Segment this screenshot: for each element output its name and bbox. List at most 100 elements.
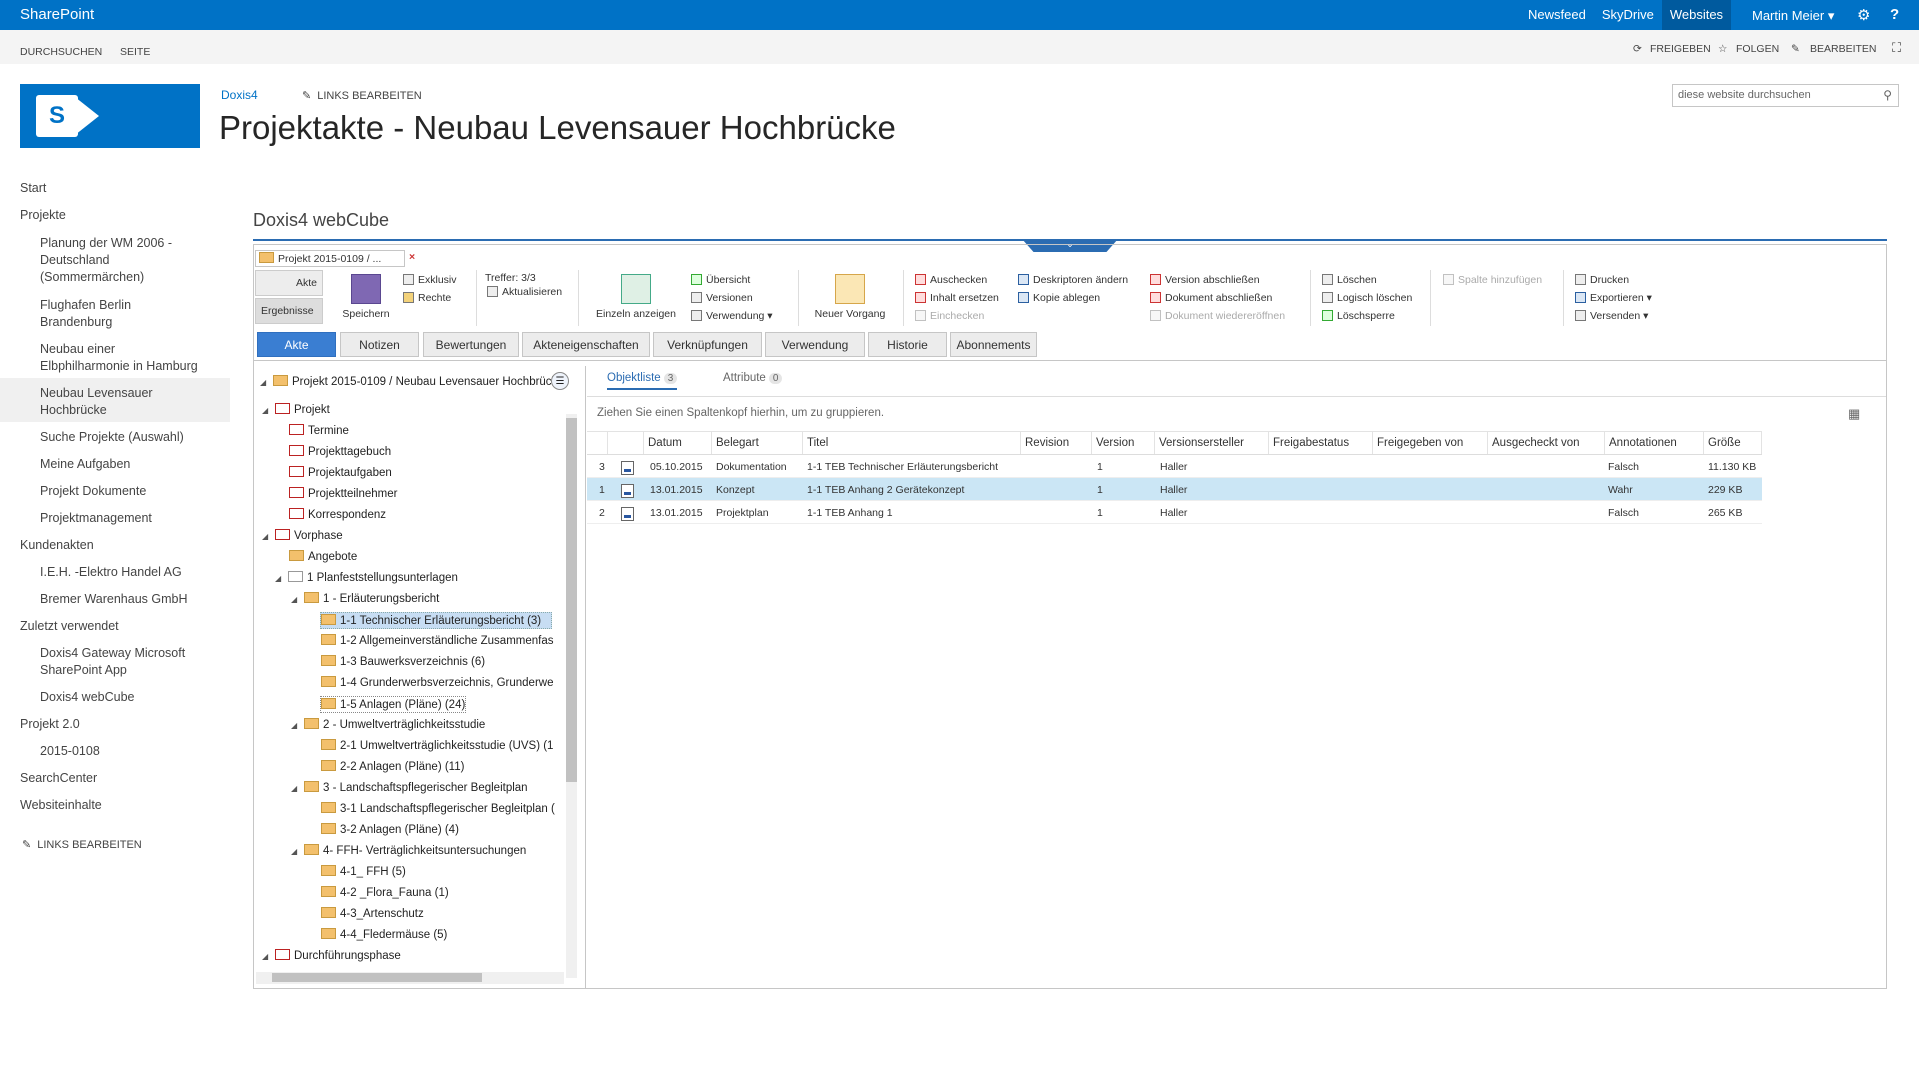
edit-button[interactable]: BEARBEITEN bbox=[1810, 43, 1877, 55]
ergebnisse-button[interactable]: Ergebnisse bbox=[255, 298, 323, 324]
nav-projekte[interactable]: Projekte bbox=[20, 207, 66, 224]
tab-objektliste[interactable]: Objektliste 3 bbox=[607, 372, 678, 390]
pencil-icon[interactable]: ✎ bbox=[1791, 43, 1800, 55]
tree-item[interactable]: Korrespondenz bbox=[289, 507, 386, 524]
nav-elbphil-2[interactable]: Elbphilharmonie in Hamburg bbox=[40, 358, 198, 375]
nav-ber-1[interactable]: Flughafen Berlin bbox=[40, 297, 131, 314]
tree-item[interactable]: ◢ 1 Planfeststellungsunterlagen bbox=[275, 570, 458, 587]
site-logo[interactable]: S bbox=[20, 84, 200, 148]
newsfeed-link[interactable]: Newsfeed bbox=[1520, 0, 1594, 30]
dokument-wiedereroeffnen-button[interactable]: Dokument wiedereröffnen bbox=[1150, 310, 1285, 322]
nav-bremer[interactable]: Bremer Warenhaus GmbH bbox=[40, 591, 188, 608]
tree-item[interactable]: Projektaufgaben bbox=[289, 465, 392, 482]
tree-item[interactable]: ◢ Vorphase bbox=[262, 528, 343, 545]
exklusiv-button[interactable]: Exklusiv bbox=[403, 274, 457, 286]
versenden-button[interactable]: Versenden ▾ bbox=[1575, 310, 1648, 322]
nav-wm2006-2[interactable]: Deutschland bbox=[40, 252, 110, 269]
col-groesse[interactable]: Größe bbox=[1704, 432, 1762, 454]
nav-projektmanagement[interactable]: Projektmanagement bbox=[40, 510, 152, 527]
nav-ieh[interactable]: I.E.H. -Elektro Handel AG bbox=[40, 564, 182, 581]
col-type[interactable] bbox=[608, 432, 644, 454]
speichern-button[interactable]: Speichern bbox=[340, 274, 392, 320]
nav-levensau-1[interactable]: Neubau Levensauer bbox=[40, 385, 153, 402]
grid-layout-icon[interactable]: ▦ bbox=[1848, 406, 1860, 422]
col-freigegeben-von[interactable]: Freigegeben von bbox=[1373, 432, 1488, 454]
col-annotationen[interactable]: Annotationen bbox=[1605, 432, 1704, 454]
tab-durchsuchen[interactable]: DURCHSUCHEN bbox=[20, 46, 102, 58]
uebersicht-button[interactable]: Übersicht bbox=[691, 274, 750, 286]
tab-abonnements[interactable]: Abonnements bbox=[950, 332, 1037, 357]
tree-item[interactable]: 4-3_Artenschutz bbox=[321, 906, 424, 923]
kopie-ablegen-button[interactable]: Kopie ablegen bbox=[1018, 292, 1100, 304]
tree-item-selected[interactable]: 1-1 Technischer Erläuterungsbericht (3) bbox=[320, 612, 552, 629]
doc-tab[interactable]: Projekt 2015-0109 / ... bbox=[255, 250, 405, 267]
col-revision[interactable]: Revision bbox=[1021, 432, 1092, 454]
close-icon[interactable]: × bbox=[409, 251, 415, 263]
tree-item[interactable]: 2-2 Anlagen (Pläne) (11) bbox=[321, 759, 464, 776]
col-version[interactable]: Version bbox=[1092, 432, 1155, 454]
loeschen-button[interactable]: Löschen bbox=[1322, 274, 1377, 286]
pane-splitter[interactable] bbox=[585, 366, 586, 988]
nav-kundenakten[interactable]: Kundenakten bbox=[20, 537, 94, 554]
tab-akte[interactable]: Akte bbox=[257, 332, 336, 357]
col-ausgecheckt-von[interactable]: Ausgecheckt von bbox=[1488, 432, 1605, 454]
tree-view-icon[interactable]: ☰ bbox=[551, 372, 569, 390]
gear-icon[interactable]: ⚙ bbox=[1857, 6, 1870, 24]
tree-root[interactable]: ◢ Projekt 2015-0109 / Neubau Levensauer H… bbox=[260, 374, 570, 391]
nav-websiteinhalte[interactable]: Websiteinhalte bbox=[20, 797, 102, 814]
tab-akteneigenschaften[interactable]: Akteneigenschaften bbox=[522, 332, 650, 357]
tree-item[interactable]: 1-3 Bauwerksverzeichnis (6) bbox=[321, 654, 485, 671]
nav-webcube[interactable]: Doxis4 webCube bbox=[40, 689, 135, 706]
tree-item[interactable]: Angebote bbox=[289, 549, 357, 566]
nav-suche-projekte[interactable]: Suche Projekte (Auswahl) bbox=[40, 429, 184, 446]
tree-item[interactable]: 3-1 Landschaftspflegerischer Begleitplan… bbox=[321, 801, 566, 818]
tab-attribute[interactable]: Attribute 0 bbox=[723, 372, 783, 384]
nav-gateway-2[interactable]: SharePoint App bbox=[40, 662, 127, 679]
inhalt-ersetzen-button[interactable]: Inhalt ersetzen bbox=[915, 292, 999, 304]
tree-item[interactable]: ◢ 2 - Umweltverträglichkeitsstudie bbox=[291, 717, 485, 734]
dokument-abschliessen-button[interactable]: Dokument abschließen bbox=[1150, 292, 1272, 304]
tree-item[interactable]: ◢ Durchführungsphase bbox=[262, 948, 401, 965]
tree-item[interactable]: ◢ 3 - Landschaftspflegerischer Begleitpla… bbox=[291, 780, 528, 797]
akte-button[interactable]: Akte bbox=[255, 270, 323, 296]
tree-item[interactable]: 3-2 Anlagen (Pläne) (4) bbox=[321, 822, 459, 839]
websites-link[interactable]: Websites bbox=[1661, 0, 1732, 30]
tree-vscroll-thumb[interactable] bbox=[566, 418, 577, 782]
tree-item[interactable]: ◢ Projekt bbox=[262, 402, 330, 419]
loeschsperre-button[interactable]: Löschsperre bbox=[1322, 310, 1395, 322]
spalte-hinzufuegen-button[interactable]: Spalte hinzufügen bbox=[1443, 274, 1542, 286]
version-abschliessen-button[interactable]: Version abschließen bbox=[1150, 274, 1260, 286]
nav-wm2006-1[interactable]: Planung der WM 2006 - bbox=[40, 235, 172, 252]
breadcrumb[interactable]: Doxis4 bbox=[221, 88, 258, 102]
drucken-button[interactable]: Drucken bbox=[1575, 274, 1629, 286]
nav-levensau-2[interactable]: Hochbrücke bbox=[40, 402, 107, 419]
tab-historie[interactable]: Historie bbox=[868, 332, 947, 357]
skydrive-link[interactable]: SkyDrive bbox=[1594, 0, 1662, 30]
tab-bewertungen[interactable]: Bewertungen bbox=[423, 332, 519, 357]
tab-verwendung[interactable]: Verwendung bbox=[765, 332, 865, 357]
tree-item[interactable]: 1-2 Allgemeinverständliche Zusammenfas bbox=[321, 633, 566, 650]
nav-gateway-1[interactable]: Doxis4 Gateway Microsoft bbox=[40, 645, 185, 662]
tree-item[interactable]: ◢ 1 - Erläuterungsbericht bbox=[291, 591, 439, 608]
edit-links-top[interactable]: ✎ LINKS BEARBEITEN bbox=[302, 89, 422, 102]
col-freigabestatus[interactable]: Freigabestatus bbox=[1269, 432, 1373, 454]
nav-wm2006-3[interactable]: (Sommermärchen) bbox=[40, 269, 144, 286]
nav-start[interactable]: Start bbox=[20, 180, 46, 197]
deskriptoren-button[interactable]: Deskriptoren ändern bbox=[1018, 274, 1128, 286]
nav-elbphil-1[interactable]: Neubau einer bbox=[40, 341, 115, 358]
col-belegart[interactable]: Belegart bbox=[712, 432, 803, 454]
nav-ber-2[interactable]: Brandenburg bbox=[40, 314, 112, 331]
tree-item[interactable]: 2-1 Umweltverträglichkeitsstudie (UVS) (… bbox=[321, 738, 566, 755]
nav-zuletzt[interactable]: Zuletzt verwendet bbox=[20, 618, 119, 635]
star-icon[interactable]: ☆ bbox=[1718, 43, 1727, 55]
col-num[interactable] bbox=[587, 432, 608, 454]
nav-2015-0108[interactable]: 2015-0108 bbox=[40, 743, 100, 760]
col-versionsersteller[interactable]: Versionsersteller bbox=[1155, 432, 1269, 454]
nav-meine-aufgaben[interactable]: Meine Aufgaben bbox=[40, 456, 130, 473]
verwendung-button[interactable]: Verwendung ▾ bbox=[691, 310, 773, 322]
tree-item[interactable]: 4-1_ FFH (5) bbox=[321, 864, 406, 881]
tab-notizen[interactable]: Notizen bbox=[340, 332, 419, 357]
tab-seite[interactable]: SEITE bbox=[120, 46, 150, 58]
rechte-button[interactable]: Rechte bbox=[403, 292, 451, 304]
col-titel[interactable]: Titel bbox=[803, 432, 1021, 454]
